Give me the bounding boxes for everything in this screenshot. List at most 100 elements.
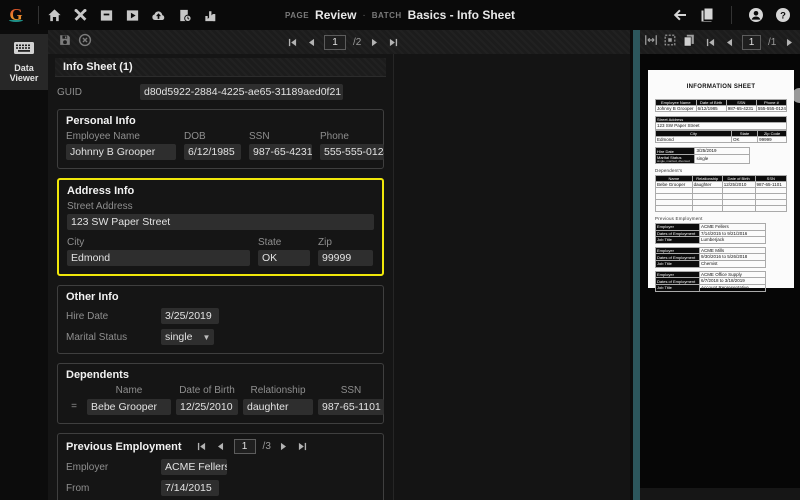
doc-cell: 123 SW Paper Street xyxy=(656,123,787,130)
cloud-upload-icon[interactable] xyxy=(149,6,167,24)
guid-label: GUID xyxy=(57,87,140,98)
doc-cell: single xyxy=(695,155,750,164)
doc-label-cell: Job Title xyxy=(656,261,700,268)
preview-page-input[interactable]: 1 xyxy=(742,35,761,50)
from-field[interactable]: 7/14/2015 xyxy=(161,480,219,496)
help-icon[interactable]: ? xyxy=(774,6,792,24)
state-field[interactable]: OK xyxy=(258,250,310,266)
doc-title: INFORMATION SHEET xyxy=(655,84,787,92)
chevron-down-icon: ▼ xyxy=(202,333,210,342)
doc-th: Employee Name xyxy=(656,99,697,105)
document-preview-panel: 1 /1 INFORMATION SHEET Employee Name Dat… xyxy=(640,30,800,500)
city-label: City xyxy=(67,237,250,248)
empty-row xyxy=(656,206,787,212)
region-select-icon[interactable] xyxy=(663,33,677,52)
zip-field[interactable]: 99999 xyxy=(318,250,373,266)
employee-name-field[interactable]: Johnny B Grooper xyxy=(66,144,176,160)
doc-prev-emp-title: Previous Employment xyxy=(655,216,787,222)
guid-field[interactable]: d80d5922-2884-4225-ae65-31189aed0f21 xyxy=(140,84,343,100)
other-info-title: Other Info xyxy=(66,291,375,303)
next-record-button[interactable] xyxy=(278,441,290,453)
fit-width-icon[interactable] xyxy=(644,33,658,52)
dep-col-relationship: Relationship xyxy=(243,385,313,396)
prev-record-button[interactable] xyxy=(215,441,227,453)
document-page[interactable]: INFORMATION SHEET Employee Name Date of … xyxy=(648,70,794,288)
phone-field[interactable]: 555-555-0124 xyxy=(320,144,384,160)
city-field[interactable]: Edmond xyxy=(67,250,250,266)
page-number-input[interactable]: 1 xyxy=(324,35,346,50)
preview-next-page-button[interactable] xyxy=(783,36,795,48)
dependent-name-field[interactable]: Bebe Grooper xyxy=(87,399,171,415)
form-column: Info Sheet (1) GUID d80d5922-2884-4225-a… xyxy=(48,54,393,500)
last-page-button[interactable] xyxy=(387,36,399,48)
tools-icon[interactable] xyxy=(71,6,89,24)
back-arrow-icon[interactable] xyxy=(671,6,689,24)
record-count: /3 xyxy=(263,441,271,452)
sidebar-item-data-viewer[interactable]: Data Viewer xyxy=(0,34,48,90)
personal-info-group: Personal Info Employee Name Johnny B Gro… xyxy=(57,109,384,169)
document-type-header[interactable]: Info Sheet (1) xyxy=(55,58,386,77)
close-icon[interactable] xyxy=(78,33,92,52)
batch-process-icon[interactable] xyxy=(123,6,141,24)
grooper-logo[interactable]: G xyxy=(0,6,32,25)
dob-field[interactable]: 6/12/1985 xyxy=(184,144,241,160)
divider xyxy=(731,6,732,24)
breadcrumb: PAGE Review · BATCH Basics - Info Sheet xyxy=(285,8,515,22)
doc-cell: 987-65-1101 xyxy=(755,181,786,188)
doc-cell: Bebe Grooper xyxy=(656,181,693,188)
guid-row: GUID d80d5922-2884-4225-ae65-31189aed0f2… xyxy=(57,84,384,100)
doc-cell: Chemist xyxy=(699,261,765,268)
doc-cell: Lumberjack xyxy=(699,237,765,244)
dep-col-ssn: SSN xyxy=(318,385,384,396)
tasks-clock-icon[interactable] xyxy=(175,6,193,24)
preview-canvas[interactable]: INFORMATION SHEET Employee Name Date of … xyxy=(640,54,800,488)
save-icon[interactable] xyxy=(58,33,72,52)
page-label: PAGE xyxy=(285,11,309,20)
dependent-ssn-field[interactable]: 987-65-1101 xyxy=(318,399,384,415)
doc-cell: ACME Fellers xyxy=(699,223,765,230)
employer-field[interactable]: ACME Fellers xyxy=(161,459,227,475)
archive-box-icon[interactable] xyxy=(97,6,115,24)
next-page-button[interactable] xyxy=(368,36,380,48)
first-page-button[interactable] xyxy=(286,36,298,48)
record-number-input[interactable]: 1 xyxy=(234,439,256,454)
first-record-button[interactable] xyxy=(196,441,208,453)
user-account-icon[interactable] xyxy=(747,6,765,24)
doc-cell: Account Representative xyxy=(699,284,765,291)
preview-toolbar: 1 /1 xyxy=(640,30,800,54)
employer-label: Employer xyxy=(66,462,161,473)
preview-page-count: /1 xyxy=(768,37,776,48)
doc-cell: ACME Office Supply xyxy=(699,271,765,278)
doc-address-table: Street Address 123 SW Paper Street xyxy=(655,116,787,130)
app-window: G xyxy=(0,0,800,500)
doc-label-cell: Dates of Employment xyxy=(656,230,700,237)
preview-pager: 1 /1 xyxy=(704,35,800,50)
book-icon[interactable] xyxy=(698,6,716,24)
hire-date-label: Hire Date xyxy=(66,311,161,322)
home-icon[interactable] xyxy=(45,6,63,24)
ssn-field[interactable]: 987-65-4231 xyxy=(249,144,312,160)
panel-splitter[interactable] xyxy=(630,30,640,500)
svg-text:?: ? xyxy=(780,10,786,21)
row-drag-handle[interactable]: = xyxy=(66,403,82,411)
state-label: State xyxy=(258,237,310,248)
last-record-button[interactable] xyxy=(297,441,309,453)
doc-cell: 99999 xyxy=(758,136,787,143)
doc-label-cell: Employer xyxy=(656,223,700,230)
pages-icon[interactable] xyxy=(682,33,696,52)
street-address-field[interactable]: 123 SW Paper Street xyxy=(67,214,374,230)
doc-cell: ACME Mills xyxy=(699,247,765,254)
preview-prev-page-button[interactable] xyxy=(723,36,735,48)
viewer-toolbar: 1 /2 xyxy=(48,30,630,54)
preview-first-page-button[interactable] xyxy=(704,36,716,48)
hire-date-field[interactable]: 3/25/2019 xyxy=(161,308,219,324)
prev-page-button[interactable] xyxy=(305,36,317,48)
doc-cell: 6/12/1985 xyxy=(696,105,726,112)
dep-col-dob: Date of Birth xyxy=(176,385,238,396)
dependent-relationship-field[interactable]: daughter xyxy=(243,399,313,415)
stats-chart-icon[interactable] xyxy=(201,6,219,24)
address-info-group: Address Info Street Address 123 SW Paper… xyxy=(57,178,384,276)
dependent-dob-field[interactable]: 12/25/2010 xyxy=(176,399,238,415)
marital-status-select[interactable]: single ▼ xyxy=(161,329,214,345)
batch-label: BATCH xyxy=(372,11,402,20)
